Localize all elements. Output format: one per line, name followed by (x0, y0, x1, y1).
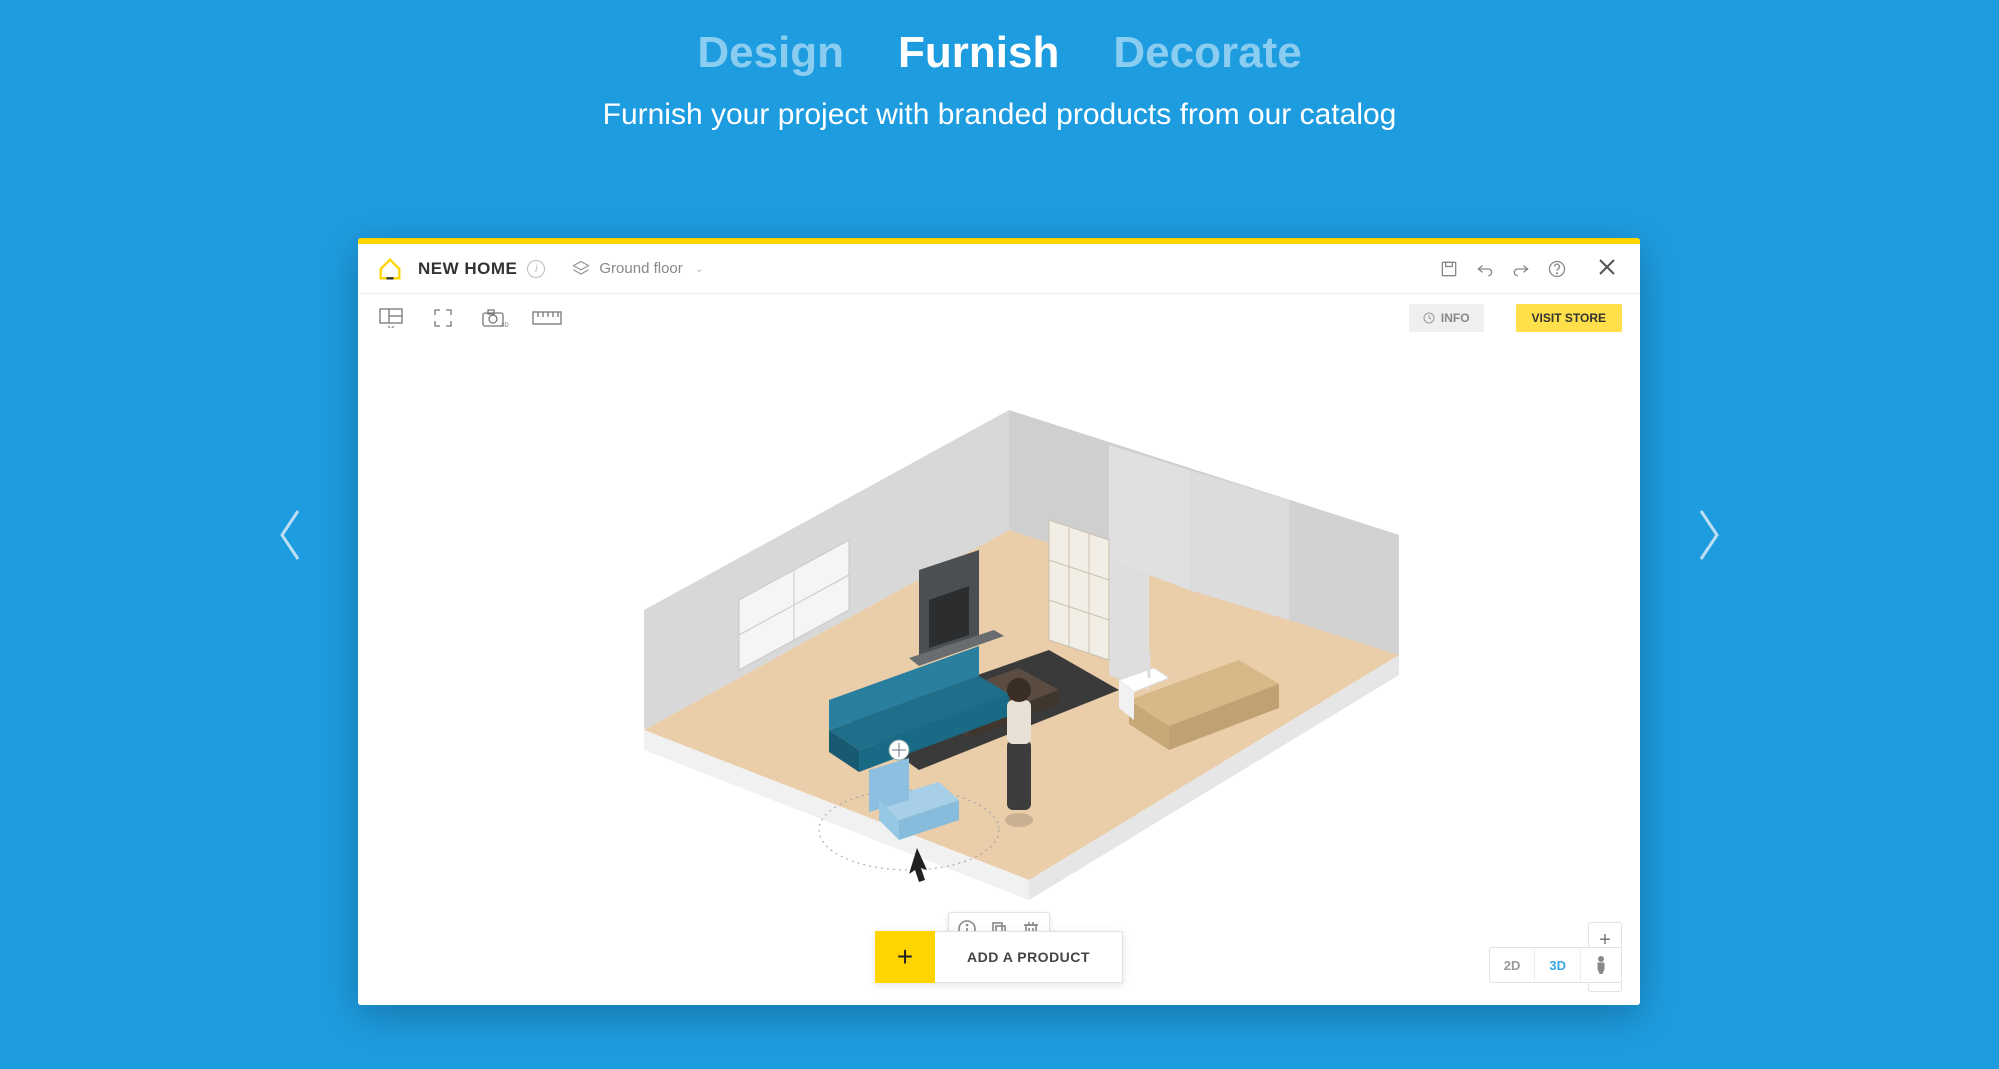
measure-tool[interactable] (532, 306, 562, 330)
project-title: NEW HOME (418, 259, 517, 279)
plus-icon: + (875, 931, 935, 983)
tab-design[interactable]: Design (697, 28, 844, 78)
project-info-icon[interactable]: i (527, 260, 545, 278)
view-3d-button[interactable]: 3D (1534, 948, 1580, 982)
view-mode-toggle: 2D 3D (1489, 947, 1622, 983)
tab-decorate[interactable]: Decorate (1113, 28, 1301, 78)
info-button-label: INFO (1441, 311, 1470, 325)
person-icon (1595, 956, 1607, 974)
clock-icon (1423, 312, 1435, 324)
close-button[interactable] (1592, 255, 1622, 283)
chevron-left-icon (274, 507, 306, 563)
floor-label: Ground floor (599, 260, 682, 277)
hero-tabs: Design Furnish Decorate (0, 0, 1999, 78)
layers-icon (571, 259, 591, 279)
chevron-right-icon (1693, 507, 1725, 563)
app-title-bar: NEW HOME i Ground floor ⌄ (358, 244, 1640, 294)
visit-store-button[interactable]: VISIT STORE (1516, 304, 1622, 332)
chevron-down-icon: ⌄ (695, 262, 704, 275)
ruler-icon (532, 311, 562, 325)
carousel-prev[interactable] (260, 495, 320, 575)
svg-text:3D: 3D (501, 323, 509, 328)
close-icon (1598, 258, 1616, 276)
help-button[interactable] (1540, 252, 1574, 286)
view-firstperson-button[interactable] (1580, 948, 1621, 982)
hero-subtitle: Furnish your project with branded produc… (0, 98, 1999, 132)
fullscreen-tool[interactable] (428, 306, 458, 330)
view-2d-button[interactable]: 2D (1490, 948, 1535, 982)
fullscreen-icon (433, 308, 453, 328)
floorplan-illustration (549, 400, 1449, 920)
undo-button[interactable] (1468, 252, 1502, 286)
save-button[interactable] (1432, 252, 1466, 286)
info-button[interactable]: INFO (1409, 304, 1484, 332)
layout-tool[interactable] (376, 306, 406, 330)
help-icon (1547, 259, 1567, 279)
app-toolbar: 3D INFO VISIT STORE (358, 294, 1640, 342)
undo-icon (1475, 259, 1495, 279)
redo-button[interactable] (1504, 252, 1538, 286)
viewport-3d[interactable]: + – 2D 3D + ADD A PRODUCT (358, 342, 1640, 1005)
camera-icon: 3D (481, 308, 509, 328)
floor-selector[interactable]: Ground floor ⌄ (571, 259, 704, 279)
tab-furnish[interactable]: Furnish (898, 28, 1059, 78)
layout-icon (379, 308, 403, 328)
app-logo-icon (376, 255, 404, 283)
add-product-label: ADD A PRODUCT (935, 931, 1123, 983)
carousel-next[interactable] (1679, 495, 1739, 575)
app-window: NEW HOME i Ground floor ⌄ (358, 238, 1640, 1005)
redo-icon (1511, 259, 1531, 279)
camera-3d-tool[interactable]: 3D (480, 306, 510, 330)
move-handle-icon[interactable] (889, 740, 909, 760)
save-icon (1439, 259, 1459, 279)
add-product-button[interactable]: + ADD A PRODUCT (875, 931, 1123, 983)
